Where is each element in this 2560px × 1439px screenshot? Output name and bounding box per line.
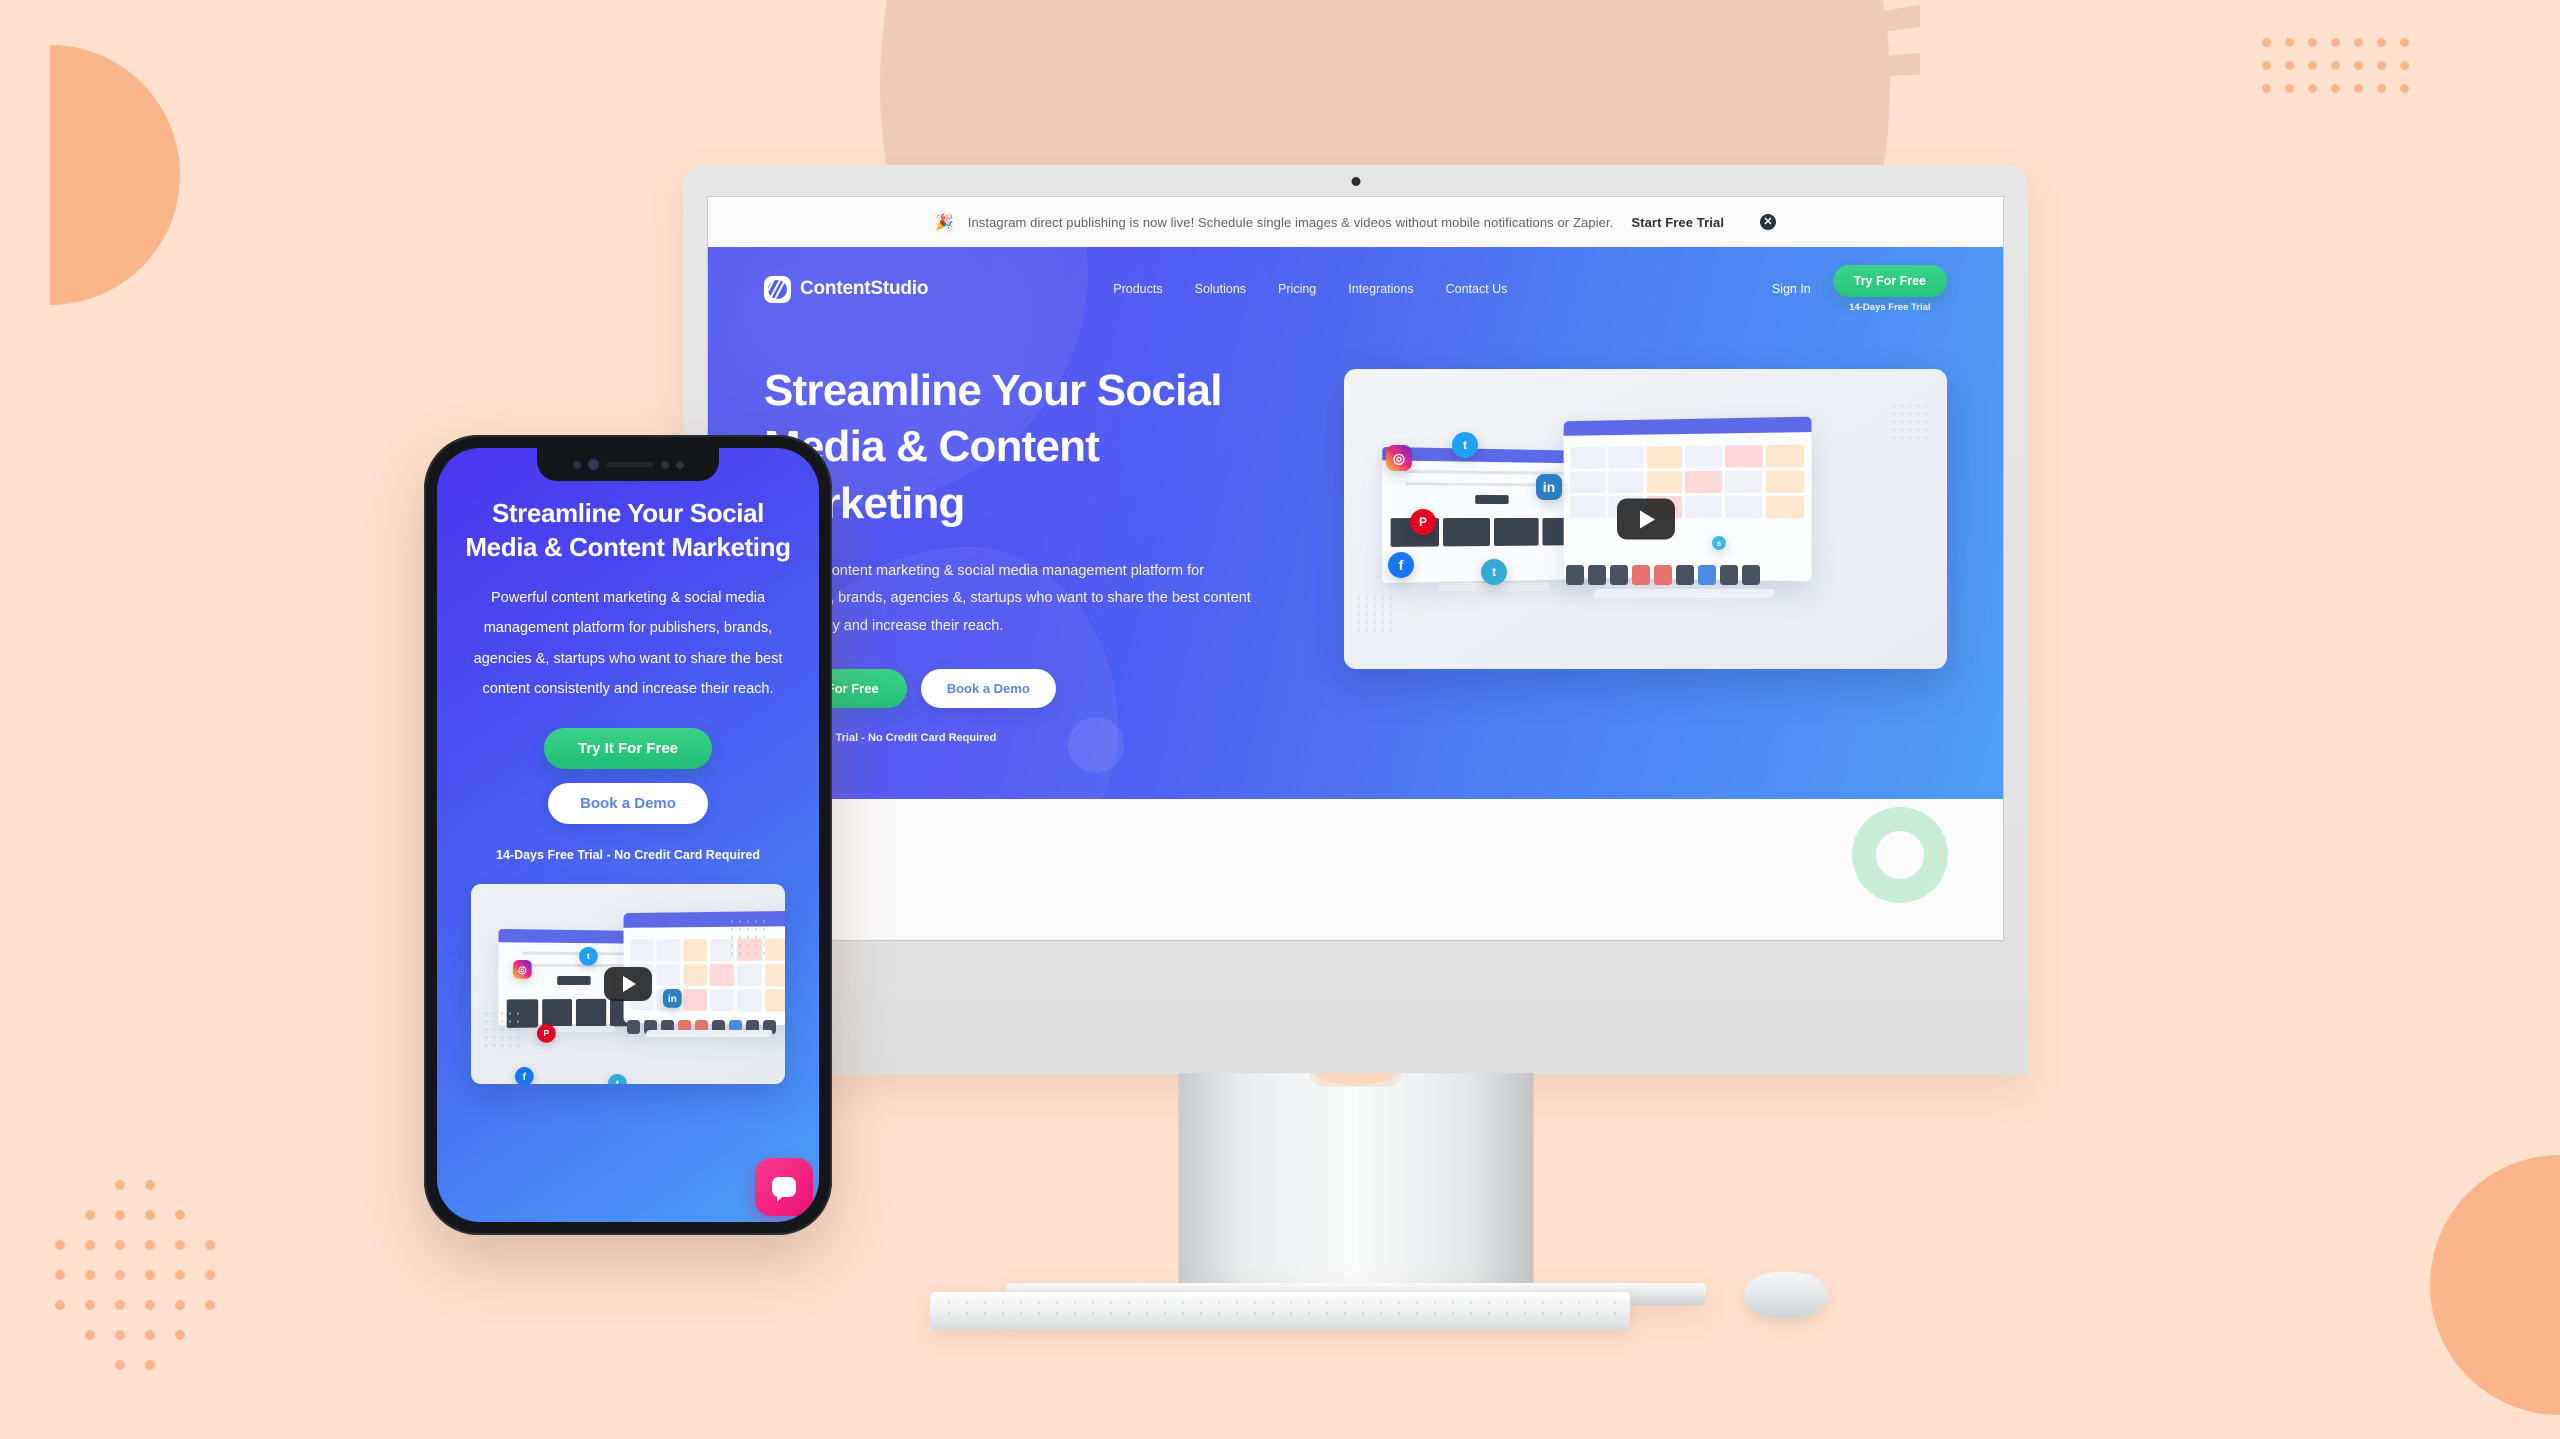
phone-play-button-icon[interactable] [604,967,652,1002]
phone-pinterest-icon: P [537,1024,556,1044]
facebook-icon: f [1388,552,1414,578]
desktop-mockup: 🎉 Instagram direct publishing is now liv… [683,165,2028,1305]
phone-hero-paragraph: Powerful content marketing & social medi… [473,589,783,697]
small-badge-icon: s [1712,536,1726,550]
twitter-icon: t [1452,432,1478,458]
background-half-circle-right [2430,1155,2560,1415]
hero-heading: Streamline Your Social Media & Content M… [764,366,1222,528]
instagram-icon: ◎ [1386,445,1412,471]
brand-name: ContentStudio [800,278,929,299]
keyboard [929,1292,1631,1330]
phone-notch [537,448,719,481]
webcam-dot [1351,177,1360,186]
phone-linkedin-icon: in [663,989,682,1009]
pinterest-icon: P [1410,509,1436,535]
phone-mockup-dots-top-right [731,920,771,960]
hero-paragraph: Powerful content marketing & social medi… [764,562,1251,635]
phone-camera-icon [587,459,599,470]
hero-media: ◎ t in P f t s [1344,363,1947,744]
monitor-bezel: 🎉 Instagram direct publishing is now liv… [683,165,2028,1075]
play-button-icon[interactable] [1616,498,1675,540]
background-dot-diamond-bottom-left [55,1180,235,1390]
monitor-neck [1178,1073,1533,1288]
background-dot-grid-top-right [2262,38,2423,107]
hero-video-card[interactable]: ◎ t in P f t s [1344,369,1947,669]
linkedin-icon: in [1536,474,1562,500]
phone-instagram-icon: ◎ [513,960,532,980]
phone-facebook-icon: f [515,1067,534,1085]
phone-screen: Streamline Your Social Media & Content M… [437,448,819,1222]
hero-actions: Try It For Free Book a Demo [764,668,1304,708]
announcement-bar: 🎉 Instagram direct publishing is now liv… [708,197,2003,247]
announcement-cta-link[interactable]: Start Free Trial [1631,215,1724,230]
mock-keyboard [1592,589,1776,598]
announcement-text: Instagram direct publishing is now live!… [967,214,1614,230]
background-half-circle-left [50,45,180,305]
party-popper-icon: 🎉 [934,214,954,231]
hero-copy: Streamline Your Social Media & Content M… [764,363,1304,744]
desktop-screen: 🎉 Instagram direct publishing is now liv… [707,196,2004,941]
phone-speaker [605,462,654,467]
phone-tumblr-icon: t [608,1074,627,1085]
mock-badge-row [1566,565,1760,585]
phone-video-card[interactable]: ◎ t in P f t [471,884,785,1085]
hero-book-a-demo-button[interactable]: Book a Demo [920,668,1056,708]
below-hero-section [708,799,2003,940]
phone-mockup: Streamline Your Social Media & Content M… [424,435,832,1235]
phone-trial-note: 14-Days Free Trial - No Credit Card Requ… [496,848,760,863]
site-navbar: ContentStudio Products Solutions Pricing… [708,247,2003,313]
contentstudio-logo-icon [764,275,791,303]
mockup-dots-bottom-left [1358,597,1398,637]
close-icon[interactable]: ✕ [1760,214,1777,230]
nav-actions: Sign In Try For Free 14-Days Free Trial [1772,265,1947,313]
nav-item-pricing[interactable]: Pricing [1278,282,1316,296]
nav-item-integrations[interactable]: Integrations [1348,282,1413,296]
hero-trial-note: 14-Days Free Trial - No Credit Card Requ… [764,731,997,744]
chat-bubble-icon [772,1177,796,1202]
phone-book-a-demo-button[interactable]: Book a Demo [548,783,708,825]
phone-sensor-2-icon [660,460,669,469]
nav-try-for-free-button[interactable]: Try For Free [1832,265,1947,297]
mouse [1744,1272,1828,1318]
decor-ring-green [1852,807,1948,903]
phone-mockup-dots-bottom-left [485,1012,525,1052]
nav-try-wrapper: Try For Free 14-Days Free Trial [1832,265,1947,313]
hero-section: ContentStudio Products Solutions Pricing… [708,247,2003,799]
sign-in-link[interactable]: Sign In [1772,282,1811,296]
phone-mock-keyboard [644,1030,774,1038]
nav-item-solutions[interactable]: Solutions [1195,282,1246,296]
nav-try-note: 14-Days Free Trial [1849,302,1931,313]
background-circle-texture [1400,0,1920,100]
mockup-dots-top-right [1893,405,1933,445]
nav-item-products[interactable]: Products [1113,282,1162,296]
hero-body: Streamline Your Social Media & Content M… [708,313,2003,744]
phone-content: Streamline Your Social Media & Content M… [437,448,819,1085]
tumblr-icon: t [1481,559,1507,585]
brand-logo[interactable]: ContentStudio [764,275,929,303]
phone-try-it-for-free-button[interactable]: Try It For Free [543,728,713,770]
nav-links: Products Solutions Pricing Integrations … [1113,282,1507,296]
phone-sensor-3-icon [675,460,684,469]
chat-widget-button[interactable] [755,1158,813,1216]
phone-sensor-icon [572,460,581,469]
mock-monitor-right [1563,416,1812,582]
nav-item-contact-us[interactable]: Contact Us [1446,282,1508,296]
phone-hero-heading: Streamline Your Social Media & Content M… [465,498,791,563]
